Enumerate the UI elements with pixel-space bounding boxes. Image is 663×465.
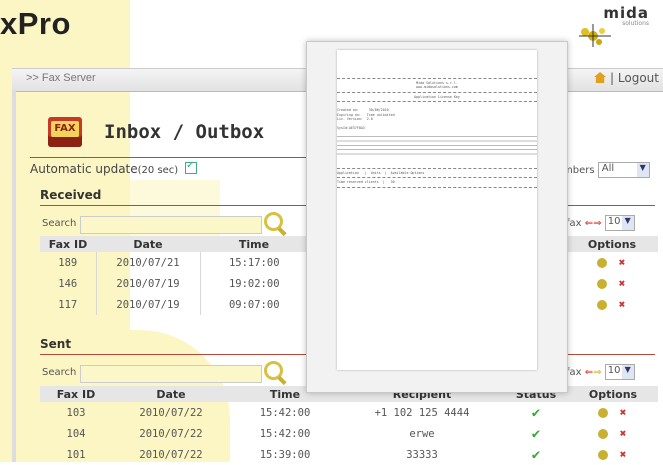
fax-preview-popup[interactable]: Mida Solutions s.r.l. www.midasolutions.… — [306, 41, 568, 393]
filter-select[interactable]: All ▼ — [597, 162, 650, 178]
fax-recipient: +1 102 125 4444 — [374, 406, 470, 419]
fax-time: 15:42:00 — [259, 406, 311, 419]
check-icon: ✔ — [531, 425, 541, 442]
received-pager-label: fax — [566, 218, 582, 229]
chevron-down-icon: ▼ — [636, 163, 649, 177]
fax-preview-page: Mida Solutions s.r.l. www.midasolutions.… — [337, 50, 537, 370]
fax-date: 2010/07/22 — [139, 406, 203, 419]
received-search-input[interactable] — [80, 216, 262, 234]
title-divider — [30, 157, 308, 158]
fax-recipient: erwe — [409, 427, 435, 440]
table-row: ✖ — [566, 273, 658, 294]
delete-icon[interactable]: ✖ — [617, 278, 628, 289]
table-row: ✖ — [566, 252, 658, 273]
arrow-left-icon[interactable]: ⇐ — [585, 367, 593, 378]
fax-time: 15:17:00 — [228, 256, 280, 269]
brand-subtitle: solutions — [622, 20, 649, 27]
column-header[interactable]: Time — [200, 236, 308, 252]
check-icon: ✔ — [531, 404, 541, 421]
table-row[interactable]: 117 2010/07/19 09:07:00 — [40, 294, 308, 315]
left-border — [12, 90, 16, 462]
sent-pager: fax ⇐⇒ 10 ▼ — [566, 364, 635, 380]
preview-line: Application | Units | Available Options — [337, 170, 425, 175]
sent-per-page-select[interactable]: 10 ▼ — [604, 364, 635, 380]
table-row[interactable]: 104 2010/07/22 15:42:00 erwe ✔ ✖ — [40, 423, 658, 444]
received-divider-right — [565, 205, 655, 206]
delete-icon[interactable]: ✖ — [618, 428, 629, 439]
fax-icon: FAX — [48, 117, 82, 147]
fax-time: 19:02:00 — [228, 277, 280, 290]
filter: mbers All ▼ — [563, 162, 650, 178]
received-per-page-select[interactable]: 10 ▼ — [604, 215, 635, 231]
search-icon[interactable] — [264, 361, 283, 380]
house-icon[interactable] — [594, 72, 607, 83]
delete-icon[interactable]: ✖ — [618, 449, 629, 460]
sent-heading: Sent — [40, 337, 72, 351]
received-heading: Received — [40, 188, 102, 202]
chevron-down-icon: ▼ — [621, 216, 634, 230]
arrow-right-icon[interactable]: ⇒ — [593, 218, 601, 229]
license-key-block — [337, 135, 537, 158]
received-pager: fax ⇐⇒ 10 ▼ — [566, 215, 635, 231]
received-divider — [40, 205, 306, 206]
delete-icon[interactable]: ✖ — [617, 299, 628, 310]
fax-date: 2010/07/19 — [96, 273, 201, 294]
table-row[interactable]: 103 2010/07/22 15:42:00 +1 102 125 4444 ✔ ✖ — [40, 402, 658, 423]
column-header: Options — [568, 386, 658, 402]
table-row[interactable]: 146 2010/07/19 19:02:00 — [40, 273, 308, 294]
fax-id: 103 — [66, 406, 86, 419]
auto-update-interval: (20 sec) — [137, 165, 179, 176]
preview-line: Application License Key — [414, 94, 460, 99]
search-icon[interactable] — [264, 212, 283, 231]
check-icon: ✔ — [531, 446, 541, 463]
sent-divider — [40, 354, 306, 355]
preview-line: www.midasolutions.com — [416, 85, 458, 90]
fax-id: 146 — [40, 273, 97, 294]
brand-mark-icon — [579, 24, 611, 47]
sent-search-label: Search — [42, 367, 77, 378]
fax-id: 189 — [40, 252, 97, 273]
received-options-table: Options ✖ ✖ ✖ — [566, 236, 658, 315]
fax-id: 104 — [66, 427, 86, 440]
column-header[interactable]: Date — [96, 236, 200, 252]
fax-id: 117 — [40, 294, 97, 315]
fax-date: 2010/07/22 — [139, 427, 203, 440]
delete-icon[interactable]: ✖ — [617, 257, 628, 268]
arrow-right-icon[interactable]: ⇒ — [593, 367, 601, 378]
fax-date: 2010/07/21 — [96, 252, 201, 273]
auto-update-checkbox[interactable] — [185, 160, 198, 174]
app-logo: xPro — [0, 6, 71, 41]
received-table: Fax ID Date Time 189 2010/07/21 15:17:00 1… — [40, 236, 308, 315]
sent-search-input[interactable] — [80, 365, 262, 383]
auto-update: Automatic update(20 sec) — [30, 160, 198, 176]
table-row[interactable]: 189 2010/07/21 15:17:00 — [40, 252, 308, 273]
table-row: ✖ — [566, 294, 658, 315]
options-icon[interactable] — [596, 299, 607, 310]
column-header[interactable]: Date — [112, 386, 230, 402]
breadcrumb[interactable]: >> Fax Server — [26, 72, 96, 84]
sent-pager-label: fax — [566, 367, 582, 378]
logout-link[interactable]: | Logout — [594, 71, 659, 85]
fax-date: 2010/07/19 — [96, 294, 201, 315]
options-icon[interactable] — [596, 257, 607, 268]
options-icon[interactable] — [597, 428, 608, 439]
delete-icon[interactable]: ✖ — [618, 407, 629, 418]
preview-line: Time reserved clients | 30 — [337, 180, 395, 185]
logout-label[interactable]: | Logout — [610, 71, 659, 85]
fax-time: 09:07:00 — [228, 298, 280, 311]
arrow-left-icon[interactable]: ⇐ — [585, 218, 593, 229]
options-icon[interactable] — [597, 407, 608, 418]
received-search-label: Search — [42, 218, 77, 229]
auto-update-label: Automatic update — [30, 162, 138, 176]
options-icon[interactable] — [596, 278, 607, 289]
column-header: Options — [566, 236, 658, 252]
page-title: Inbox / Outbox — [104, 121, 265, 143]
column-header[interactable]: Fax ID — [40, 236, 96, 252]
sent-table: Fax ID Date Time Recipient Status Option… — [40, 386, 658, 465]
fax-time: 15:42:00 — [259, 427, 311, 440]
sent-divider-right — [565, 354, 655, 355]
options-icon[interactable] — [597, 449, 608, 460]
column-header[interactable]: Fax ID — [40, 386, 112, 402]
chevron-down-icon: ▼ — [621, 365, 634, 379]
